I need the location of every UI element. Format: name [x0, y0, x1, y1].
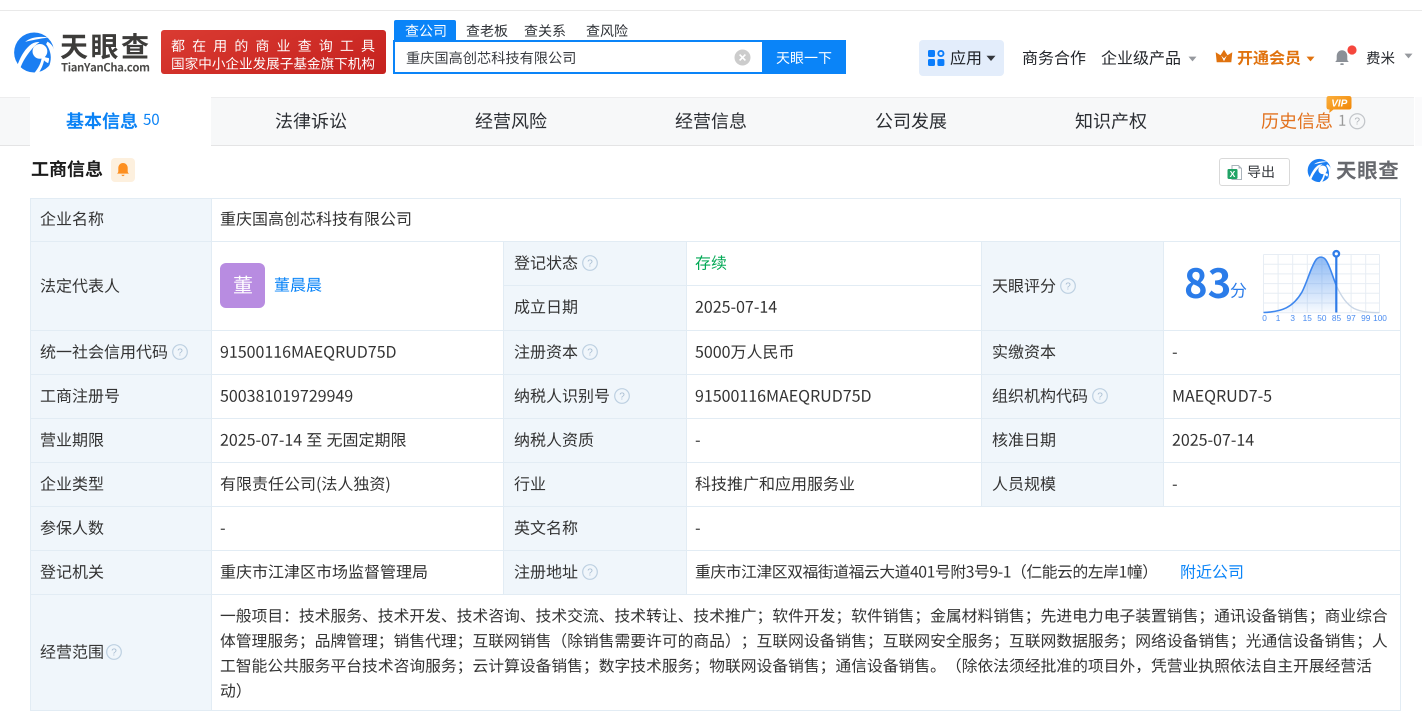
svg-text:?: ? — [1065, 281, 1071, 292]
svg-text:0: 0 — [1262, 313, 1267, 323]
svg-text:?: ? — [587, 567, 593, 578]
svg-text:3: 3 — [1290, 313, 1295, 323]
svg-text:VIP: VIP — [1331, 98, 1347, 109]
svg-text:100: 100 — [1373, 313, 1387, 323]
svg-text:97: 97 — [1346, 313, 1356, 323]
svg-text:50: 50 — [1317, 313, 1327, 323]
svg-text:1: 1 — [1276, 313, 1281, 323]
svg-text:?: ? — [1097, 391, 1103, 402]
svg-text:?: ? — [587, 259, 593, 270]
svg-text:?: ? — [177, 347, 183, 358]
svg-text:X: X — [1230, 169, 1236, 179]
svg-text:?: ? — [1354, 116, 1360, 127]
svg-text:?: ? — [111, 648, 117, 659]
svg-text:15: 15 — [1303, 313, 1313, 323]
svg-text:99: 99 — [1361, 313, 1371, 323]
svg-text:?: ? — [587, 347, 593, 358]
svg-text:?: ? — [619, 391, 625, 402]
svg-text:85: 85 — [1332, 313, 1342, 323]
